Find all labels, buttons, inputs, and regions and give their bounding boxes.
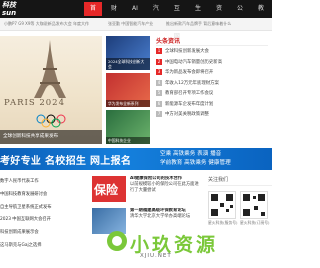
eiffel-tower-illustration [34, 40, 66, 98]
subnav-link-1[interactable]: 小鹏P7 G9 X9等 大咖说新品发布大会 年度大作 [4, 18, 89, 30]
banner-headline: 考好专业 名校招生 网上报名 [0, 156, 132, 167]
side-card-caption: 华为发布全新系列 [106, 100, 150, 107]
side-card[interactable]: 2024全球科技创新大会 [106, 36, 150, 70]
article-thumbnail: 保险 [92, 176, 126, 202]
nav-item-finance[interactable]: 财经 [105, 2, 123, 26]
headline-text: 华为新品发布会即将召开 [165, 70, 214, 76]
logo-line2: sun [2, 9, 17, 17]
news-link[interactable]: 中国科技教育发展研讨会 [0, 189, 88, 202]
rank-badge: 3 [156, 69, 162, 76]
nav-item-life[interactable]: 生活 [189, 2, 207, 26]
sub-nav-strip: 小鹏P7 G9 X9等 大咖说新品发布大会 年度大作 张亚勤 中国智能汽车产业 … [0, 18, 272, 31]
qr-code-icon[interactable] [208, 191, 236, 219]
rank-badge: 4 [156, 79, 162, 86]
ad-banner[interactable]: 考好专业 名校招生 网上报名 空乘 高铁乘务 表演 播音 学前教育 高铁乘务 健… [0, 148, 272, 170]
qr-block: 星火科技(服务号) [208, 191, 238, 226]
rank-badge: 6 [156, 100, 162, 107]
side-card[interactable]: 华为发布全新系列 [106, 73, 150, 107]
thumbnail-label: 保险 [94, 183, 119, 197]
nav-item-home[interactable]: 首页 [84, 2, 103, 26]
site-logo[interactable]: 科技 sun [2, 0, 36, 18]
headline-item[interactable]: 2 中国电动汽车销量创历史新高 [156, 57, 268, 68]
nav-item-news[interactable]: 资讯 [210, 2, 228, 26]
news-link[interactable]: 数字人民币代表工作 [0, 176, 88, 189]
qr-block: 星火科技(订阅号) [240, 191, 270, 226]
banner-subjects-line1: 空乘 高铁乘务 表演 播音 [160, 151, 222, 157]
article-card[interactable]: 保险 AI健康保险公司的技术合作 以前规模较小的保险公司在此方面进行了大量尝试 [92, 176, 202, 202]
side-card-caption: 中国科技企业 [106, 137, 150, 144]
headline-text: 年收入12万元年底理财方案 [165, 80, 219, 86]
banner-subjects: 空乘 高铁乘务 表演 播音 学前教育 高铁乘务 健康管理 [160, 150, 270, 168]
watermark-url: XJIU.NET [140, 253, 172, 259]
nav-item-ai[interactable]: AI [126, 2, 144, 16]
subnav-link-2[interactable]: 张亚勤 中国智能汽车产业 [108, 18, 153, 30]
hero-slider[interactable]: PARIS 2024 全球创新科技共享成果发布 [0, 36, 102, 144]
nav-item-auto[interactable]: 汽车 [147, 2, 165, 26]
headline-text: 中国电动汽车销量创历史新高 [165, 59, 223, 65]
news-link[interactable]: 自主导航卫星系统正式发布 [0, 202, 88, 215]
headline-item[interactable]: 4 年收入12万元年底理财方案 [156, 78, 268, 89]
news-link[interactable]: 2023 中国互联网大会召开 [0, 214, 88, 227]
rank-badge: 1 [156, 48, 162, 55]
banner-subjects-line2: 学前教育 高铁乘务 健康管理 [160, 160, 231, 166]
rank-badge: 7 [156, 111, 162, 118]
headline-item[interactable]: 5 教育部召开专项工作会议 [156, 88, 268, 99]
headline-text: 中方对美关税政策调整 [165, 112, 209, 118]
hero-title: PARIS 2024 [4, 98, 65, 108]
headline-text: 教育部召开专项工作会议 [165, 91, 214, 97]
logo-line1: 科技 [2, 1, 16, 9]
qr-code-row: 星火科技(服务号) 星火科技(订阅号) [208, 191, 270, 226]
side-card-column: 2024全球科技创新大会 华为发布全新系列 中国科技企业 [106, 36, 150, 147]
headline-text: 新能源车企发布年度计划 [165, 101, 214, 107]
qr-code-icon[interactable] [240, 191, 268, 219]
article-desc: 清华大学北京大学举办高端论坛 [130, 214, 191, 219]
side-card[interactable]: 中国科技企业 [106, 110, 150, 144]
side-card-caption: 2024全球科技创新大会 [106, 58, 150, 70]
top-nav-bar: 科技 sun 首页 财经 AI 汽车 互联网 生活 资讯 公益 教育 [0, 0, 273, 40]
follow-panel: 关注我们 星火科技(服务号) 星火科技(订阅号) [208, 176, 272, 226]
watermark-logo-icon [107, 231, 127, 251]
follow-title: 关注我们 [208, 176, 272, 186]
news-link[interactable]: 科技创新成果展示会 [0, 227, 88, 240]
rank-badge: 2 [156, 58, 162, 65]
nav-item-education[interactable]: 教育 [252, 2, 270, 26]
rank-badge: 5 [156, 90, 162, 97]
subnav-link-3[interactable]: 推出新款汽车品牌手 背后意味着什么 [166, 18, 231, 30]
headline-item[interactable]: 6 新能源车企发布年度计划 [156, 99, 268, 110]
news-link[interactable]: 这马斯克与Gaj之选择 [0, 240, 88, 253]
headline-item[interactable]: 3 华为新品发布会即将召开 [156, 67, 268, 78]
watermark: 小玖资源 XJIU.NET [88, 226, 268, 264]
headline-text: 全球科技创新发展大会 [165, 49, 209, 55]
nav-item-internet[interactable]: 互联网 [168, 2, 186, 40]
headline-item[interactable]: 1 全球科技创新发展大会 [156, 46, 268, 57]
headline-list: 头条资讯 1 全球科技创新发展大会 2 中国电动汽车销量创历史新高 3 华为新品发布会… [156, 36, 268, 120]
article-text: AI健康保险公司的技术合作 以前规模较小的保险公司在此方面进行了大量尝试 [130, 176, 202, 202]
news-list: 数字人民币代表工作 中国科技教育发展研讨会 自主导航卫星系统正式发布 2023 … [0, 176, 88, 253]
nav-item-charity[interactable]: 公益 [231, 2, 249, 26]
olympic-rings-icon [36, 114, 66, 128]
main-nav: 首页 财经 AI 汽车 互联网 生活 资讯 公益 教育 [84, 2, 273, 40]
hero-caption[interactable]: 全球创新科技共享成果发布 [0, 130, 102, 144]
article-desc: 以前规模较小的保险公司在此方面进行了大量尝试 [130, 182, 199, 193]
headline-title: 头条资讯 [156, 36, 268, 46]
headline-item[interactable]: 7 中方对美关税政策调整 [156, 109, 268, 120]
